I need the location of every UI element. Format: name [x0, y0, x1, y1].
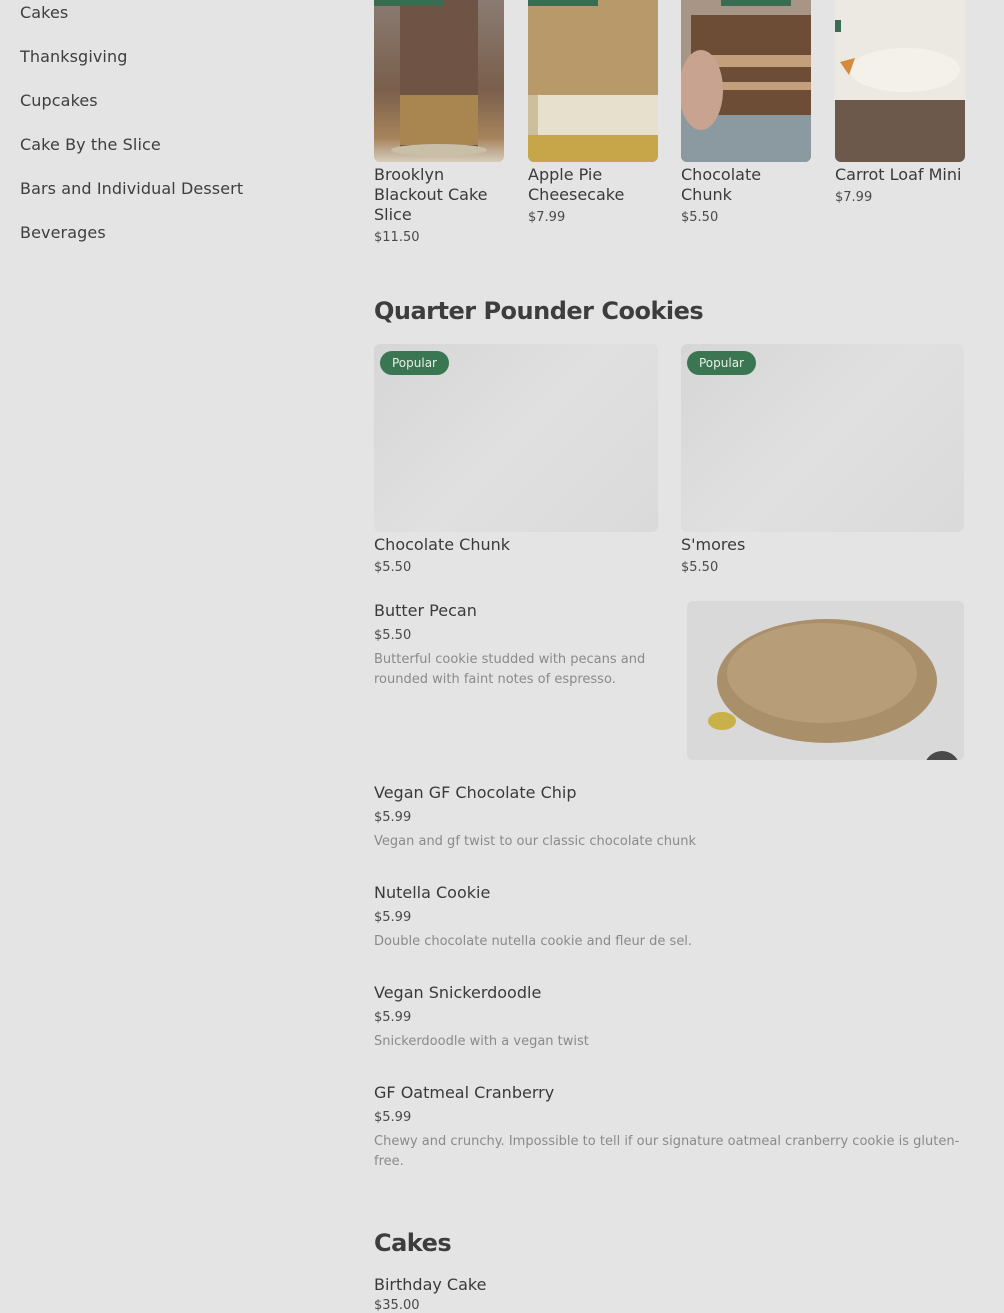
list-item-name[interactable]: Vegan GF Chocolate Chip [374, 783, 576, 802]
product-name[interactable]: Carrot Loaf Mini [835, 165, 965, 185]
product-price: $11.50 [374, 230, 420, 245]
sidebar-item-cakes[interactable]: Cakes [20, 3, 68, 22]
card-product-price: $5.50 [681, 560, 719, 575]
card-product-name[interactable]: S'mores [681, 535, 745, 555]
chocolate-chunk-card-image[interactable]: Popular [374, 344, 658, 532]
sidebar-item-beverages[interactable]: Beverages [20, 223, 106, 242]
list-item-price: $5.99 [374, 910, 412, 925]
sidebar-item-cupcakes[interactable]: Cupcakes [20, 91, 98, 110]
product-price: $5.50 [681, 210, 719, 225]
sidebar-item-cake-by-the-slice[interactable]: Cake By the Slice [20, 135, 161, 154]
list-item-name[interactable]: Butter Pecan [374, 601, 477, 620]
cheesecake-photo [528, 0, 658, 162]
cake-slice-photo [374, 0, 504, 162]
product-name[interactable]: Brooklyn Blackout Cake Slice [374, 165, 494, 225]
product-price: $7.99 [835, 190, 873, 205]
apple-pie-cheesecake-image[interactable] [528, 0, 658, 162]
cookie-photo [687, 601, 964, 760]
list-item-description: Vegan and gf twist to our classic chocol… [374, 834, 697, 849]
carrot-loaf-photo [835, 0, 965, 162]
product-price: $7.99 [528, 210, 566, 225]
list-item-description: Butterful cookie studded with pecans and… [374, 652, 646, 687]
sidebar-item-bars[interactable]: Bars and Individual Dessert [20, 179, 243, 198]
popular-badge: Popular [380, 351, 449, 375]
butter-pecan-image[interactable] [687, 601, 964, 760]
list-item-price: $5.50 [374, 628, 412, 643]
list-item-description: Snickerdoodle with a vegan twist [374, 1034, 589, 1049]
list-item-price: $35.00 [374, 1298, 420, 1313]
cookie-bar-photo [681, 0, 811, 162]
list-item-price: $5.99 [374, 810, 412, 825]
smores-card-image[interactable]: Popular [681, 344, 964, 532]
list-item-description: Chewy and crunchy. Impossible to tell if… [374, 1134, 960, 1169]
carrot-loaf-image[interactable] [835, 0, 965, 162]
product-name[interactable]: Apple Pie Cheesecake [528, 165, 648, 205]
section-title-quarter-pounder: Quarter Pounder Cookies [374, 297, 704, 325]
sidebar-item-thanksgiving[interactable]: Thanksgiving [20, 47, 127, 66]
popular-badge: Popular [687, 351, 756, 375]
brooklyn-blackout-image[interactable] [374, 0, 504, 162]
list-item-name[interactable]: Vegan Snickerdoodle [374, 983, 541, 1002]
list-item-name[interactable]: Birthday Cake [374, 1275, 486, 1294]
card-product-price: $5.50 [374, 560, 412, 575]
list-item-name[interactable]: Nutella Cookie [374, 883, 490, 902]
list-item-description: Double chocolate nutella cookie and fleu… [374, 934, 693, 949]
section-title-cakes: Cakes [374, 1229, 452, 1257]
product-name[interactable]: Chocolate Chunk [681, 165, 801, 205]
list-item-name[interactable]: GF Oatmeal Cranberry [374, 1083, 554, 1102]
list-item-price: $5.99 [374, 1010, 412, 1025]
card-product-name[interactable]: Chocolate Chunk [374, 535, 510, 555]
list-item-price: $5.99 [374, 1110, 412, 1125]
chocolate-chunk-bar-image[interactable] [681, 0, 811, 162]
